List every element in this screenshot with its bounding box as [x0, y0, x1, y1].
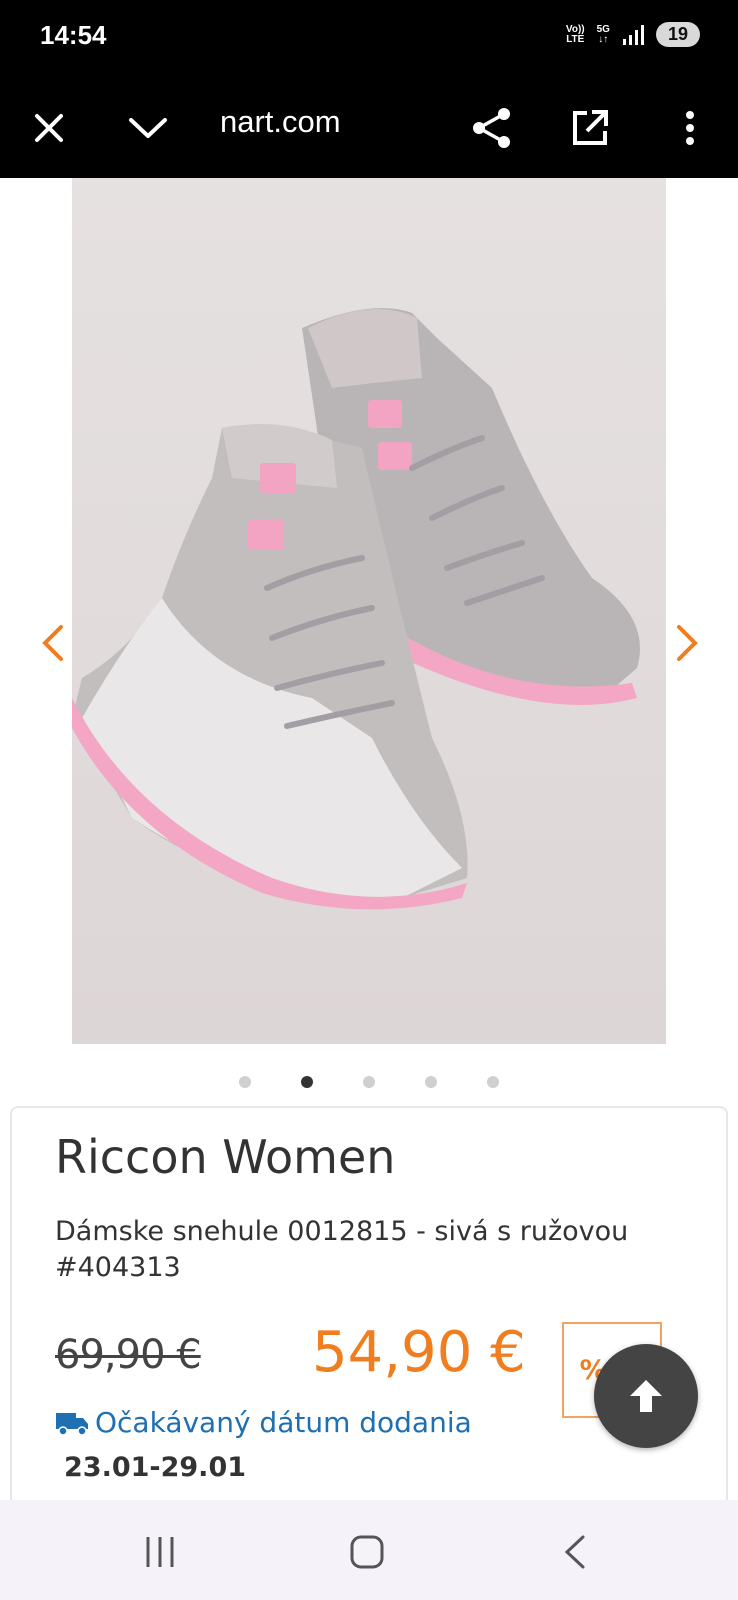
recent-apps-icon[interactable]: [136, 1528, 184, 1576]
gallery-prev-icon[interactable]: [32, 623, 72, 663]
network-indicator: 5G ↓↑: [596, 23, 610, 45]
custom-tab-toolbar: nart.com: [0, 78, 738, 178]
pagination-dot[interactable]: [425, 1076, 437, 1088]
product-title: Dámske snehule 0012815 - sivá s ružovou …: [55, 1216, 629, 1283]
volte-top: Vo)): [565, 23, 585, 35]
gallery-next-icon[interactable]: [668, 623, 708, 663]
gallery-pagination: [0, 1076, 738, 1088]
product-gallery: [0, 178, 738, 1044]
scroll-to-top-button[interactable]: [594, 1344, 698, 1448]
arrow-up-icon: [630, 1380, 662, 1412]
close-icon[interactable]: [23, 102, 75, 154]
delivery-label: Očakávaný dátum dodania: [95, 1406, 472, 1439]
system-nav-bar: [0, 1500, 738, 1600]
pagination-dot[interactable]: [239, 1076, 251, 1088]
share-icon[interactable]: [466, 102, 518, 154]
truck-icon: [56, 1412, 88, 1436]
pagination-dot[interactable]: [487, 1076, 499, 1088]
signal-icon: [622, 24, 644, 45]
open-external-icon[interactable]: [564, 102, 616, 154]
boots-illustration: [72, 178, 666, 1044]
product-info-card: Riccon Women Dámske snehule 0012815 - si…: [10, 1106, 728, 1506]
status-bar: 14:54 Vo)) LTE 5G ↓↑ 19: [0, 0, 738, 78]
pagination-dot-active[interactable]: [301, 1076, 313, 1088]
chevron-down-icon[interactable]: [122, 102, 174, 154]
network-type: 5G: [596, 23, 610, 35]
delivery-date: 23.01-29.01: [64, 1452, 247, 1483]
current-price: 54,90 €: [312, 1320, 526, 1385]
volte-bottom: LTE: [566, 33, 585, 45]
more-vert-icon[interactable]: [664, 102, 716, 154]
battery-indicator: 19: [655, 22, 700, 47]
product-image[interactable]: [72, 178, 666, 1044]
product-brand[interactable]: Riccon Women: [55, 1130, 395, 1184]
old-price: 69,90 €: [55, 1332, 202, 1378]
volte-indicator: Vo)) LTE: [565, 23, 585, 45]
status-time: 14:54: [40, 20, 107, 50]
url-text[interactable]: nart.com: [220, 104, 420, 140]
home-icon[interactable]: [343, 1528, 391, 1576]
network-activity: ↓↑: [598, 33, 609, 45]
back-icon[interactable]: [550, 1528, 598, 1576]
pagination-dot[interactable]: [363, 1076, 375, 1088]
status-icons: Vo)) LTE 5G ↓↑ 19: [566, 22, 700, 47]
delivery-info: Očakávaný dátum dodania: [55, 1406, 472, 1439]
